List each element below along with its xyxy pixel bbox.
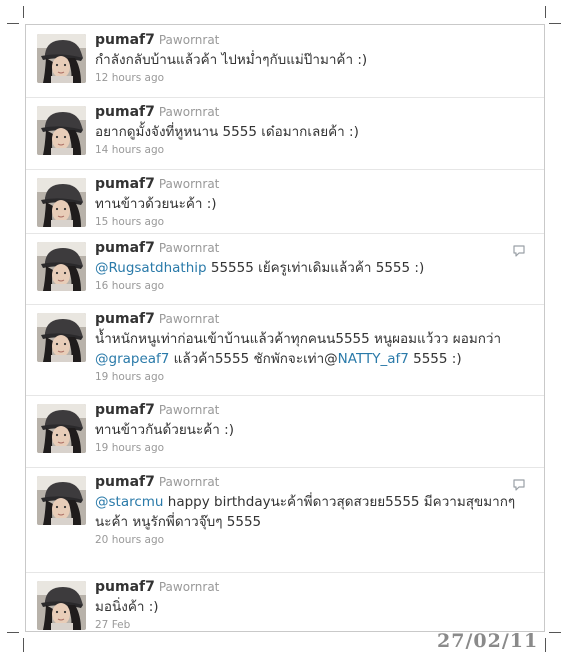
timestamp-link[interactable]: 20 hours ago (95, 533, 526, 547)
tweet-header: pumaf7 Pawornrat (95, 239, 526, 257)
tweet-body: pumaf7 Pawornrat น้ำหนักหนูเท่าก่อนเข้าบ้า… (95, 310, 526, 384)
full-name: Pawornrat (158, 33, 220, 47)
full-name: Pawornrat (158, 475, 220, 489)
timestamp-link[interactable]: 15 hours ago (95, 215, 526, 229)
tweet-text: อยากดูมั้งจังที่หูหนาน 5555 เด๋อมากเลยค้… (95, 122, 526, 142)
crop-mark (545, 6, 546, 18)
tweet-text: @Rugsatdhathip 55555 เย้ครูเท่าเดิมแล้วค… (95, 258, 526, 278)
tweet-header: pumaf7 Pawornrat (95, 103, 526, 121)
tweet-header: pumaf7 Pawornrat (95, 31, 526, 49)
tweet-text-segment: มอนิ่งค้า :) (95, 599, 159, 615)
tweet-item: pumaf7 Pawornrat @Rugsatdhathip 55555 เย้ค… (26, 233, 544, 305)
tweet-header: pumaf7 Pawornrat (95, 310, 526, 328)
tweet-body: pumaf7 Pawornrat อยากดูมั้งจังที่หูหนาน 55… (95, 103, 526, 157)
avatar[interactable] (37, 313, 86, 362)
tweet-text-segment: กำลังกลับบ้านแล้วค้า ไปหม่ำๆกับแม่ป๊ามาค… (95, 52, 368, 68)
timestamp-link[interactable]: 14 hours ago (95, 143, 526, 157)
crop-mark (7, 23, 19, 24)
tweet-text-segment: 5555 :) (408, 351, 462, 367)
full-name: Pawornrat (158, 312, 220, 326)
tweet-text-segment: 55555 เย้ครูเท่าเดิมแล้วค้า 5555 :) (206, 260, 425, 276)
avatar[interactable] (37, 106, 86, 155)
crop-mark (7, 632, 19, 633)
crop-mark (23, 638, 24, 652)
reply-icon[interactable] (512, 477, 526, 491)
mention-link[interactable]: @grapeaf7 (95, 351, 169, 367)
tweet-item: pumaf7 Pawornrat มอนิ่งค้า :) 27 Feb (26, 572, 544, 633)
tweet-text-segment: น้ำหนักหนูเท่าก่อนเข้าบ้านแล้วค้าทุกคนน5… (95, 331, 502, 347)
avatar[interactable] (37, 242, 86, 291)
tweet-timeline: pumaf7 Pawornrat กำลังกลับบ้านแล้วค้า ไปหม… (25, 24, 545, 632)
tweet-text: น้ำหนักหนูเท่าก่อนเข้าบ้านแล้วค้าทุกคนน5… (95, 329, 526, 369)
mention-link[interactable]: NATTY_af7 (338, 351, 409, 367)
tweet-body: pumaf7 Pawornrat @starcmu happy birthdayนะ… (95, 473, 526, 547)
date-stamp: 27/02/11 (437, 630, 539, 652)
mention-link[interactable]: @starcmu (95, 494, 163, 510)
timestamp-link[interactable]: 19 hours ago (95, 370, 526, 384)
screen-name-link[interactable]: pumaf7 (95, 579, 155, 595)
tweet-body: pumaf7 Pawornrat ทานข้าวกันด้วยนะค้า :) 19 … (95, 401, 526, 455)
timestamp-link[interactable]: 12 hours ago (95, 71, 526, 85)
tweet-text-segment: ทานข้าวกันด้วยนะค้า :) (95, 422, 234, 438)
full-name: Pawornrat (158, 403, 220, 417)
tweet-item: pumaf7 Pawornrat ทานข้าวกันด้วยนะค้า :) 19 … (26, 395, 544, 468)
tweet-text: @starcmu happy birthdayนะค้าพี่ดาวสุดสวย… (95, 492, 526, 532)
crop-mark (23, 6, 24, 18)
tweet-text-segment: ทานข้าวด้วยนะค้า :) (95, 196, 217, 212)
screen-name-link[interactable]: pumaf7 (95, 474, 155, 490)
crop-mark (549, 23, 561, 24)
tweet-text: ทานข้าวกันด้วยนะค้า :) (95, 420, 526, 440)
avatar[interactable] (37, 34, 86, 83)
avatar[interactable] (37, 178, 86, 227)
full-name: Pawornrat (158, 177, 220, 191)
avatar[interactable] (37, 404, 86, 453)
tweet-header: pumaf7 Pawornrat (95, 401, 526, 419)
timestamp-link[interactable]: 19 hours ago (95, 441, 526, 455)
screen-name-link[interactable]: pumaf7 (95, 240, 155, 256)
tweet-text-segment: แล้วค้า5555 ชักพักจะเท่า@ (169, 351, 338, 367)
crop-mark (545, 638, 546, 652)
full-name: Pawornrat (158, 241, 220, 255)
crop-mark (549, 632, 561, 633)
tweet-item: pumaf7 Pawornrat ทานข้าวด้วยนะค้า :) 15 hou… (26, 169, 544, 234)
mention-link[interactable]: @Rugsatdhathip (95, 260, 207, 276)
screen-name-link[interactable]: pumaf7 (95, 32, 155, 48)
avatar[interactable] (37, 476, 86, 525)
screen-name-link[interactable]: pumaf7 (95, 311, 155, 327)
tweet-text: มอนิ่งค้า :) (95, 597, 526, 617)
tweet-item: pumaf7 Pawornrat น้ำหนักหนูเท่าก่อนเข้าบ้า… (26, 304, 544, 396)
timestamp-link[interactable]: 16 hours ago (95, 279, 526, 293)
tweet-item: pumaf7 Pawornrat @starcmu happy birthdayนะ… (26, 467, 544, 573)
full-name: Pawornrat (158, 105, 220, 119)
avatar[interactable] (37, 581, 86, 630)
screen-name-link[interactable]: pumaf7 (95, 402, 155, 418)
tweet-body: pumaf7 Pawornrat @Rugsatdhathip 55555 เย้ค… (95, 239, 526, 293)
tweet-item: pumaf7 Pawornrat กำลังกลับบ้านแล้วค้า ไปหม… (26, 25, 544, 98)
tweet-body: pumaf7 Pawornrat ทานข้าวด้วยนะค้า :) 15 hou… (95, 175, 526, 229)
full-name: Pawornrat (158, 580, 220, 594)
tweet-header: pumaf7 Pawornrat (95, 175, 526, 193)
tweet-body: pumaf7 Pawornrat มอนิ่งค้า :) 27 Feb (95, 578, 526, 632)
reply-icon[interactable] (512, 243, 526, 257)
tweet-header: pumaf7 Pawornrat (95, 578, 526, 596)
tweet-text-segment: อยากดูมั้งจังที่หูหนาน 5555 เด๋อมากเลยค้… (95, 124, 359, 140)
tweet-header: pumaf7 Pawornrat (95, 473, 526, 491)
tweet-text: กำลังกลับบ้านแล้วค้า ไปหม่ำๆกับแม่ป๊ามาค… (95, 50, 526, 70)
screen-name-link[interactable]: pumaf7 (95, 176, 155, 192)
tweet-body: pumaf7 Pawornrat กำลังกลับบ้านแล้วค้า ไปหม… (95, 31, 526, 85)
tweet-text: ทานข้าวด้วยนะค้า :) (95, 194, 526, 214)
screen-name-link[interactable]: pumaf7 (95, 104, 155, 120)
tweet-item: pumaf7 Pawornrat อยากดูมั้งจังที่หูหนาน 55… (26, 97, 544, 170)
